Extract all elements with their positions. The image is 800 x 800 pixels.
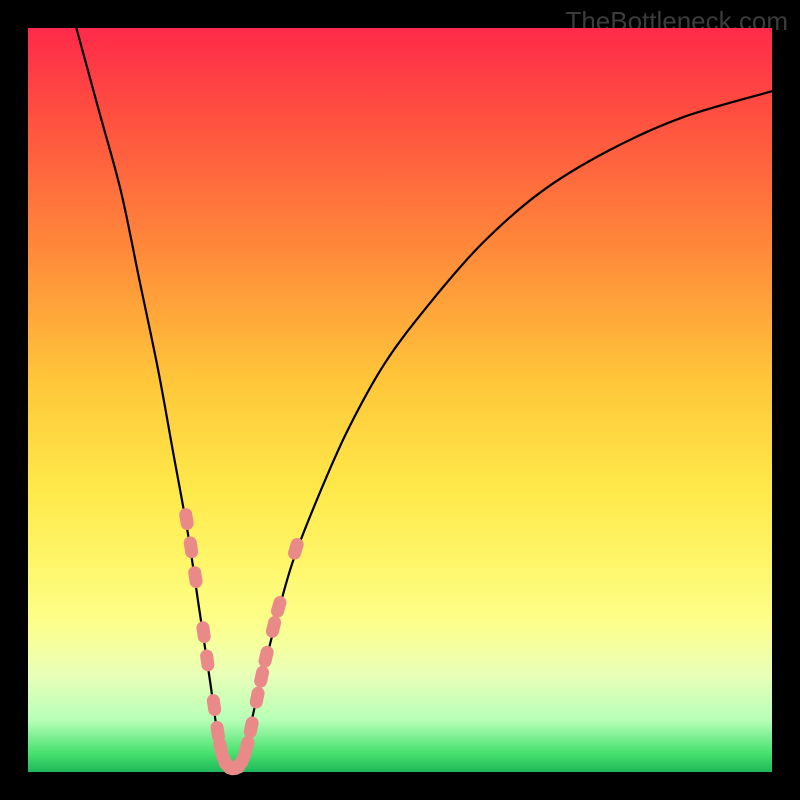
highlight-point	[178, 507, 194, 531]
highlight-point	[257, 644, 275, 668]
highlight-point	[265, 615, 283, 640]
highlight-point	[249, 686, 266, 710]
plot-area	[28, 28, 772, 772]
highlight-point	[243, 715, 260, 739]
highlight-point	[196, 620, 212, 644]
highlight-points	[28, 28, 772, 772]
highlight-point	[253, 665, 270, 689]
highlight-point	[206, 693, 222, 717]
highlight-point	[183, 535, 199, 559]
highlight-point	[199, 649, 215, 673]
highlight-point	[187, 565, 203, 589]
highlight-point	[269, 594, 288, 619]
highlight-point	[286, 536, 305, 561]
chart-frame: TheBottleneck.com	[0, 0, 800, 800]
